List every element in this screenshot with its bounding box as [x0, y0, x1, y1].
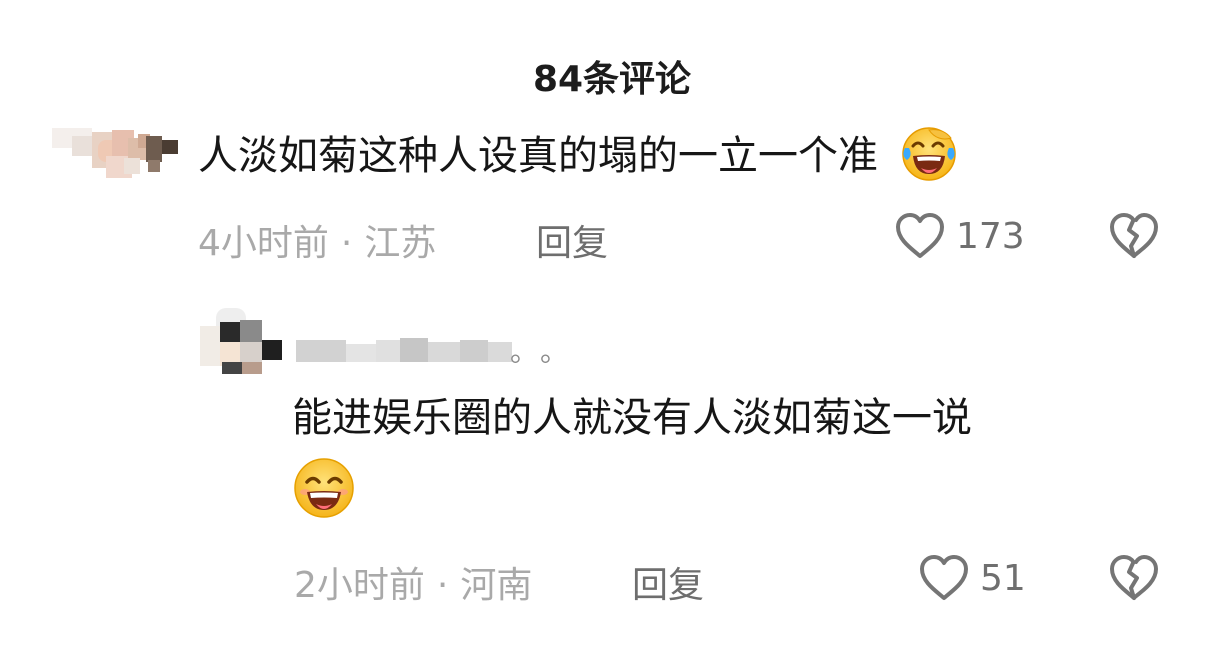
comment-meta: 4小时前 · 江苏 — [198, 214, 436, 266]
like-count: 51 — [980, 557, 1026, 599]
comments-count-title: 84条评论 — [532, 59, 692, 100]
reply-button[interactable]: 回复 — [632, 556, 704, 608]
heart-outline-icon — [918, 554, 970, 602]
avatar[interactable] — [196, 308, 284, 374]
reply-username[interactable]: 。。 — [296, 335, 586, 368]
comment-meta: 2小时前 · 河南 — [294, 556, 532, 608]
comment-location: 江苏 — [364, 223, 437, 264]
avatar[interactable] — [52, 122, 180, 184]
rofl-crying-laughing-emoji-icon — [899, 124, 959, 184]
comment-text: 人淡如菊这种人设真的塌的一立一个准 — [198, 124, 959, 188]
dislike-button[interactable] — [1108, 212, 1160, 264]
reply-button[interactable]: 回复 — [536, 214, 608, 266]
broken-heart-icon — [1108, 212, 1160, 260]
username-suffix: 。。 — [510, 335, 585, 368]
separator-dot: · — [340, 223, 353, 264]
like-button[interactable]: 173 — [894, 212, 1025, 260]
comment-body: 能进娱乐圈的人就没有人淡如菊这一说 — [292, 395, 972, 441]
comment-time: 2小时前 — [294, 565, 425, 606]
comment-time: 4小时前 — [198, 223, 329, 264]
broken-heart-icon — [1108, 554, 1160, 602]
separator-dot: · — [436, 565, 449, 606]
comment-emoji-line — [292, 450, 972, 520]
dislike-button[interactable] — [1108, 554, 1160, 606]
comment-body: 人淡如菊这种人设真的塌的一立一个准 — [198, 133, 878, 179]
comment-location: 河南 — [460, 565, 533, 606]
grinning-smile-emoji-icon — [292, 456, 356, 520]
like-button[interactable]: 51 — [918, 554, 1026, 602]
like-count: 173 — [956, 215, 1025, 257]
heart-outline-icon — [894, 212, 946, 260]
comment-text: 能进娱乐圈的人就没有人淡如菊这一说 — [292, 386, 972, 520]
